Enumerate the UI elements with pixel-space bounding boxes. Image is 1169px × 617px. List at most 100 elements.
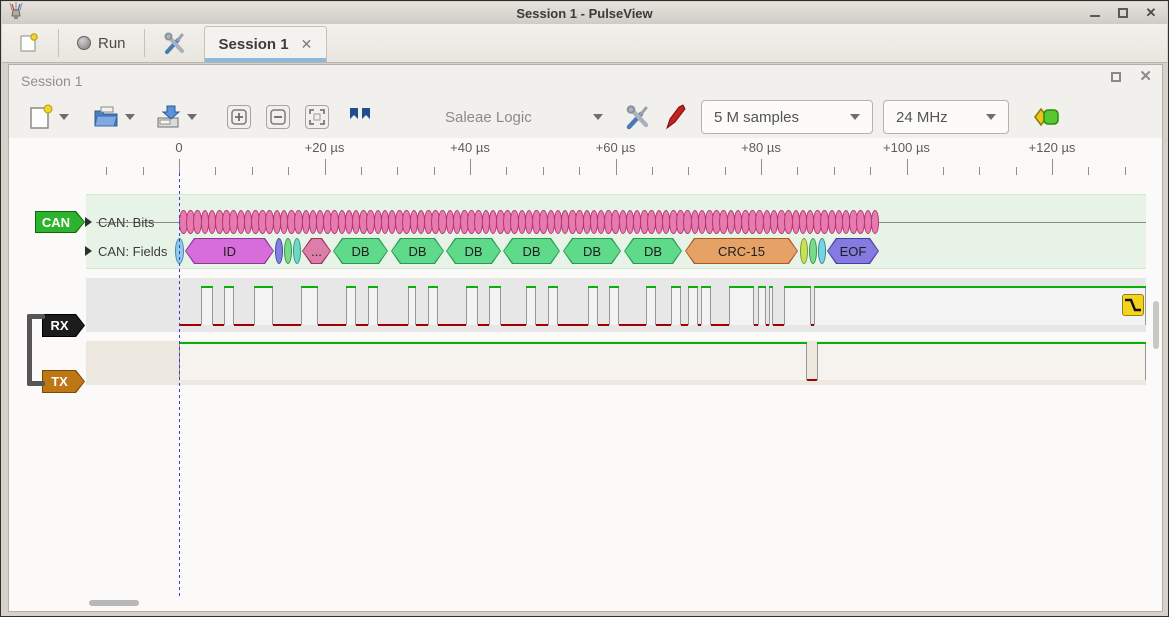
ruler-minor-tick [652,167,653,175]
ruler-major-tick [1052,159,1053,175]
rx-wave-low-line [416,324,428,326]
can-field-label: DB [447,239,500,263]
can-field-label: DB [392,239,443,263]
can-field-label: DB [625,239,681,263]
can-field-label: CRC-15 [686,239,797,263]
rx-wave-high-line [784,286,811,288]
rx-wave-high-segment [758,287,766,325]
rx-wave-high-segment [646,287,656,325]
time-cursor-line [179,173,180,597]
ruler-tick-label: +80 µs [721,140,801,155]
channel-group-bracket[interactable] [27,314,32,386]
rx-wave-low-line [501,324,526,326]
can-field-annotation: EOF [827,238,879,264]
rx-wave-high-line [671,286,681,288]
ruler-minor-tick [506,167,507,175]
minimize-icon[interactable] [1089,7,1101,19]
rx-wave-high-segment [548,287,558,325]
rx-wave-high-segment [428,287,438,325]
channel-tag-tx[interactable]: TX [42,370,85,393]
row-label-fields: CAN: Fields [98,244,167,259]
ruler-minor-tick [106,167,107,175]
rx-trigger-marker[interactable] [1122,294,1144,316]
rx-wave-high-line [428,286,438,288]
rx-wave-high-segment [688,287,698,325]
can-field-annotation [818,238,826,264]
rx-wave-high-segment [466,287,478,325]
rx-wave-high-line [588,286,598,288]
ruler-tick-label: +20 µs [285,140,365,155]
vertical-scrollbar[interactable] [1153,301,1159,349]
rx-wave-high-line [729,286,754,288]
ruler-tick-label: +120 µs [1012,140,1092,155]
rx-wave-low-line [558,324,588,326]
expand-arrow-bits[interactable] [85,217,92,227]
rx-wave-high-segment [346,287,356,325]
channel-tag-can[interactable]: CAN [35,211,85,233]
rx-wave-high-segment [769,287,773,325]
rx-wave-low-line [598,324,609,326]
horizontal-scrollbar[interactable] [89,600,139,606]
rx-wave-low-line [478,324,489,326]
channel-tag-rx[interactable]: RX [42,314,85,337]
channel-tag-can-label: CAN [36,212,84,232]
can-field-annotation: DB [391,238,444,264]
rx-wave-high-segment [408,287,416,325]
rx-wave-high-segment [701,287,711,325]
rx-wave-low-line [536,324,548,326]
rx-wave-low-line [213,324,224,326]
ruler-minor-tick [579,167,580,175]
can-field-annotation [800,238,808,264]
can-field-label: EOF [828,239,878,263]
rx-wave-high-line [224,286,234,288]
ruler-minor-tick [1088,167,1089,175]
rx-wave-high-segment [254,287,273,325]
tx-wave-high-segment [179,343,807,380]
rx-wave-low-line [773,324,784,326]
rx-wave-high-line [368,286,378,288]
can-field-annotation: DB [333,238,388,264]
rx-wave-high-line [609,286,619,288]
ruler-minor-tick [834,167,835,175]
rx-wave-high-line [301,286,318,288]
ruler-minor-tick [252,167,253,175]
rx-wave-high-segment [526,287,536,325]
channel-group-bracket-bottom [27,381,45,386]
ruler-minor-tick [797,167,798,175]
rx-wave-high-line [526,286,536,288]
rx-wave-low-line [179,324,201,326]
rx-wave-low-line [318,324,346,326]
ruler-tick-label: 0 [139,140,219,155]
close-icon[interactable]: ✕ [1145,7,1157,19]
expand-arrow-fields[interactable] [85,246,92,256]
channel-group-bracket-top [27,314,45,319]
rx-wave-high-line [688,286,698,288]
app-icon [8,2,24,25]
rx-wave-low-line [356,324,368,326]
ruler-tick-label: +100 µs [867,140,947,155]
ruler-major-tick [325,159,326,175]
pulseview-window: Session 1 - PulseView ✕ Run [0,0,1169,617]
rx-wave-high-segment [671,287,681,325]
rx-wave-high-line [548,286,558,288]
can-field-annotation [275,238,283,264]
tx-wave-high-line [817,342,1146,344]
rx-wave-high-line [489,286,501,288]
rx-wave-high-segment [224,287,234,325]
rx-wave-low-line [234,324,254,326]
rx-wave-low-line [438,324,466,326]
can-field-annotation [809,238,817,264]
ruler-tick-label: +60 µs [576,140,656,155]
maximize-icon[interactable] [1117,7,1129,19]
ruler-minor-tick [725,167,726,175]
rx-wave-high-line [254,286,273,288]
rx-wave-high-line [701,286,711,288]
rx-wave-high-line [769,286,773,288]
can-field-annotation [293,238,301,264]
rx-wave-high-line [408,286,416,288]
ruler-major-tick [761,159,762,175]
rx-wave-high-line [346,286,356,288]
falling-edge-icon [1123,295,1143,315]
rx-wave-low-line [681,324,688,326]
rx-wave-high-line [646,286,656,288]
